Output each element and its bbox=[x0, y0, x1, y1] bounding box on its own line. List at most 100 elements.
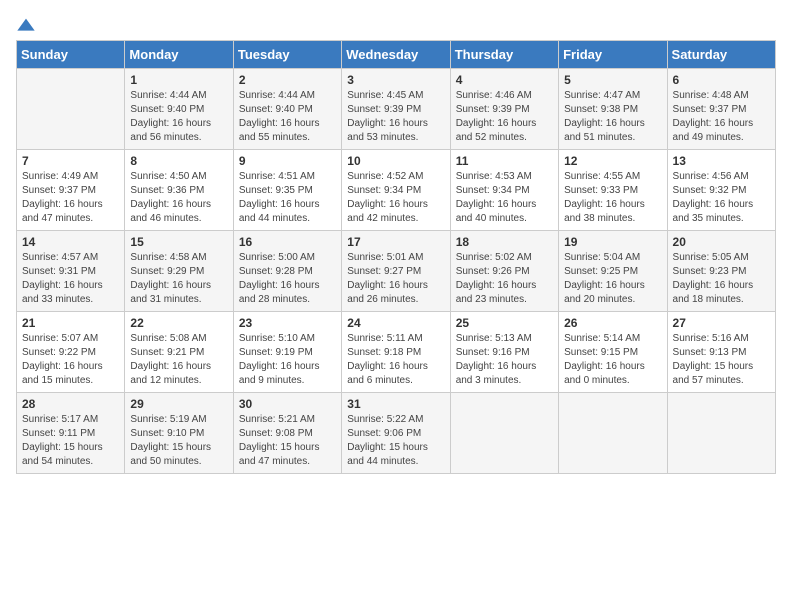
day-info: Sunrise: 4:44 AM Sunset: 9:40 PM Dayligh… bbox=[130, 89, 227, 145]
day-number: 22 bbox=[130, 316, 227, 330]
day-info: Sunrise: 4:53 AM Sunset: 9:34 PM Dayligh… bbox=[456, 170, 553, 226]
column-header-saturday: Saturday bbox=[667, 41, 775, 69]
calendar-cell: 15 Sunrise: 4:58 AM Sunset: 9:29 PM Dayli… bbox=[125, 231, 233, 312]
day-number: 27 bbox=[673, 316, 770, 330]
calendar-cell: 23 Sunrise: 5:10 AM Sunset: 9:19 PM Dayli… bbox=[233, 312, 341, 393]
day-info: Sunrise: 4:45 AM Sunset: 9:39 PM Dayligh… bbox=[347, 89, 444, 145]
calendar-cell: 28 Sunrise: 5:17 AM Sunset: 9:11 PM Dayli… bbox=[17, 393, 125, 474]
day-number: 12 bbox=[564, 154, 661, 168]
calendar-cell: 21 Sunrise: 5:07 AM Sunset: 9:22 PM Dayli… bbox=[17, 312, 125, 393]
calendar-cell: 11 Sunrise: 4:53 AM Sunset: 9:34 PM Dayli… bbox=[450, 150, 558, 231]
calendar-cell: 31 Sunrise: 5:22 AM Sunset: 9:06 PM Dayli… bbox=[342, 393, 450, 474]
day-number: 1 bbox=[130, 73, 227, 87]
day-info: Sunrise: 5:07 AM Sunset: 9:22 PM Dayligh… bbox=[22, 332, 119, 388]
column-header-friday: Friday bbox=[559, 41, 667, 69]
day-info: Sunrise: 4:50 AM Sunset: 9:36 PM Dayligh… bbox=[130, 170, 227, 226]
logo-icon bbox=[16, 16, 36, 36]
day-number: 21 bbox=[22, 316, 119, 330]
day-info: Sunrise: 5:22 AM Sunset: 9:06 PM Dayligh… bbox=[347, 413, 444, 469]
calendar-cell: 27 Sunrise: 5:16 AM Sunset: 9:13 PM Dayli… bbox=[667, 312, 775, 393]
day-number: 3 bbox=[347, 73, 444, 87]
day-info: Sunrise: 4:48 AM Sunset: 9:37 PM Dayligh… bbox=[673, 89, 770, 145]
day-number: 26 bbox=[564, 316, 661, 330]
day-info: Sunrise: 5:10 AM Sunset: 9:19 PM Dayligh… bbox=[239, 332, 336, 388]
calendar-cell: 25Sunrise: 5:13 AM Sunset: 9:16 PM Dayli… bbox=[450, 312, 558, 393]
day-number: 20 bbox=[673, 235, 770, 249]
calendar-cell: 5 Sunrise: 4:47 AM Sunset: 9:38 PM Daylig… bbox=[559, 69, 667, 150]
day-number: 17 bbox=[347, 235, 444, 249]
day-number: 19 bbox=[564, 235, 661, 249]
day-number: 31 bbox=[347, 397, 444, 411]
day-info: Sunrise: 4:44 AM Sunset: 9:40 PM Dayligh… bbox=[239, 89, 336, 145]
calendar-cell: 12 Sunrise: 4:55 AM Sunset: 9:33 PM Dayli… bbox=[559, 150, 667, 231]
day-info: Sunrise: 5:02 AM Sunset: 9:26 PM Dayligh… bbox=[456, 251, 553, 307]
day-info: Sunrise: 5:14 AM Sunset: 9:15 PM Dayligh… bbox=[564, 332, 661, 388]
day-info: Sunrise: 4:58 AM Sunset: 9:29 PM Dayligh… bbox=[130, 251, 227, 307]
calendar-cell: 29 Sunrise: 5:19 AM Sunset: 9:10 PM Dayli… bbox=[125, 393, 233, 474]
calendar-cell bbox=[17, 69, 125, 150]
day-info: Sunrise: 5:01 AM Sunset: 9:27 PM Dayligh… bbox=[347, 251, 444, 307]
calendar-cell: 26 Sunrise: 5:14 AM Sunset: 9:15 PM Dayli… bbox=[559, 312, 667, 393]
day-info: Sunrise: 4:47 AM Sunset: 9:38 PM Dayligh… bbox=[564, 89, 661, 145]
day-info: Sunrise: 5:19 AM Sunset: 9:10 PM Dayligh… bbox=[130, 413, 227, 469]
day-number: 23 bbox=[239, 316, 336, 330]
calendar-cell bbox=[450, 393, 558, 474]
week-row-1: 1 Sunrise: 4:44 AM Sunset: 9:40 PM Daylig… bbox=[17, 69, 776, 150]
calendar-cell: 8 Sunrise: 4:50 AM Sunset: 9:36 PM Daylig… bbox=[125, 150, 233, 231]
column-header-monday: Monday bbox=[125, 41, 233, 69]
calendar-cell: 6 Sunrise: 4:48 AM Sunset: 9:37 PM Daylig… bbox=[667, 69, 775, 150]
day-number: 28 bbox=[22, 397, 119, 411]
day-number: 6 bbox=[673, 73, 770, 87]
day-info: Sunrise: 5:04 AM Sunset: 9:25 PM Dayligh… bbox=[564, 251, 661, 307]
calendar-cell: 16 Sunrise: 5:00 AM Sunset: 9:28 PM Dayli… bbox=[233, 231, 341, 312]
calendar-cell: 1 Sunrise: 4:44 AM Sunset: 9:40 PM Daylig… bbox=[125, 69, 233, 150]
day-info: Sunrise: 5:08 AM Sunset: 9:21 PM Dayligh… bbox=[130, 332, 227, 388]
day-number: 10 bbox=[347, 154, 444, 168]
day-number: 4 bbox=[456, 73, 553, 87]
calendar-cell: 20 Sunrise: 5:05 AM Sunset: 9:23 PM Dayli… bbox=[667, 231, 775, 312]
day-info: Sunrise: 5:00 AM Sunset: 9:28 PM Dayligh… bbox=[239, 251, 336, 307]
calendar-cell bbox=[667, 393, 775, 474]
day-info: Sunrise: 5:17 AM Sunset: 9:11 PM Dayligh… bbox=[22, 413, 119, 469]
day-number: 9 bbox=[239, 154, 336, 168]
day-info: Sunrise: 4:51 AM Sunset: 9:35 PM Dayligh… bbox=[239, 170, 336, 226]
day-info: Sunrise: 4:57 AM Sunset: 9:31 PM Dayligh… bbox=[22, 251, 119, 307]
week-row-3: 14Sunrise: 4:57 AM Sunset: 9:31 PM Dayli… bbox=[17, 231, 776, 312]
day-info: Sunrise: 5:05 AM Sunset: 9:23 PM Dayligh… bbox=[673, 251, 770, 307]
calendar-cell: 17 Sunrise: 5:01 AM Sunset: 9:27 PM Dayli… bbox=[342, 231, 450, 312]
column-header-tuesday: Tuesday bbox=[233, 41, 341, 69]
day-number: 29 bbox=[130, 397, 227, 411]
day-number: 25 bbox=[456, 316, 553, 330]
day-info: Sunrise: 5:21 AM Sunset: 9:08 PM Dayligh… bbox=[239, 413, 336, 469]
day-number: 30 bbox=[239, 397, 336, 411]
calendar-cell: 13Sunrise: 4:56 AM Sunset: 9:32 PM Dayli… bbox=[667, 150, 775, 231]
day-info: Sunrise: 4:52 AM Sunset: 9:34 PM Dayligh… bbox=[347, 170, 444, 226]
week-row-5: 28 Sunrise: 5:17 AM Sunset: 9:11 PM Dayli… bbox=[17, 393, 776, 474]
column-header-thursday: Thursday bbox=[450, 41, 558, 69]
calendar-cell: 7Sunrise: 4:49 AM Sunset: 9:37 PM Daylig… bbox=[17, 150, 125, 231]
calendar-table: SundayMondayTuesdayWednesdayThursdayFrid… bbox=[16, 40, 776, 474]
calendar-cell: 14Sunrise: 4:57 AM Sunset: 9:31 PM Dayli… bbox=[17, 231, 125, 312]
day-info: Sunrise: 5:16 AM Sunset: 9:13 PM Dayligh… bbox=[673, 332, 770, 388]
day-number: 16 bbox=[239, 235, 336, 249]
day-number: 5 bbox=[564, 73, 661, 87]
column-header-wednesday: Wednesday bbox=[342, 41, 450, 69]
day-number: 13 bbox=[673, 154, 770, 168]
day-number: 8 bbox=[130, 154, 227, 168]
header-row: SundayMondayTuesdayWednesdayThursdayFrid… bbox=[17, 41, 776, 69]
calendar-cell: 10 Sunrise: 4:52 AM Sunset: 9:34 PM Dayli… bbox=[342, 150, 450, 231]
calendar-cell: 4 Sunrise: 4:46 AM Sunset: 9:39 PM Daylig… bbox=[450, 69, 558, 150]
calendar-cell: 19 Sunrise: 5:04 AM Sunset: 9:25 PM Dayli… bbox=[559, 231, 667, 312]
week-row-2: 7Sunrise: 4:49 AM Sunset: 9:37 PM Daylig… bbox=[17, 150, 776, 231]
day-info: Sunrise: 4:55 AM Sunset: 9:33 PM Dayligh… bbox=[564, 170, 661, 226]
calendar-cell: 22 Sunrise: 5:08 AM Sunset: 9:21 PM Dayli… bbox=[125, 312, 233, 393]
day-number: 11 bbox=[456, 154, 553, 168]
calendar-cell bbox=[559, 393, 667, 474]
calendar-cell: 18Sunrise: 5:02 AM Sunset: 9:26 PM Dayli… bbox=[450, 231, 558, 312]
day-number: 15 bbox=[130, 235, 227, 249]
day-info: Sunrise: 4:46 AM Sunset: 9:39 PM Dayligh… bbox=[456, 89, 553, 145]
calendar-cell: 24Sunrise: 5:11 AM Sunset: 9:18 PM Dayli… bbox=[342, 312, 450, 393]
day-number: 7 bbox=[22, 154, 119, 168]
week-row-4: 21 Sunrise: 5:07 AM Sunset: 9:22 PM Dayli… bbox=[17, 312, 776, 393]
day-number: 2 bbox=[239, 73, 336, 87]
